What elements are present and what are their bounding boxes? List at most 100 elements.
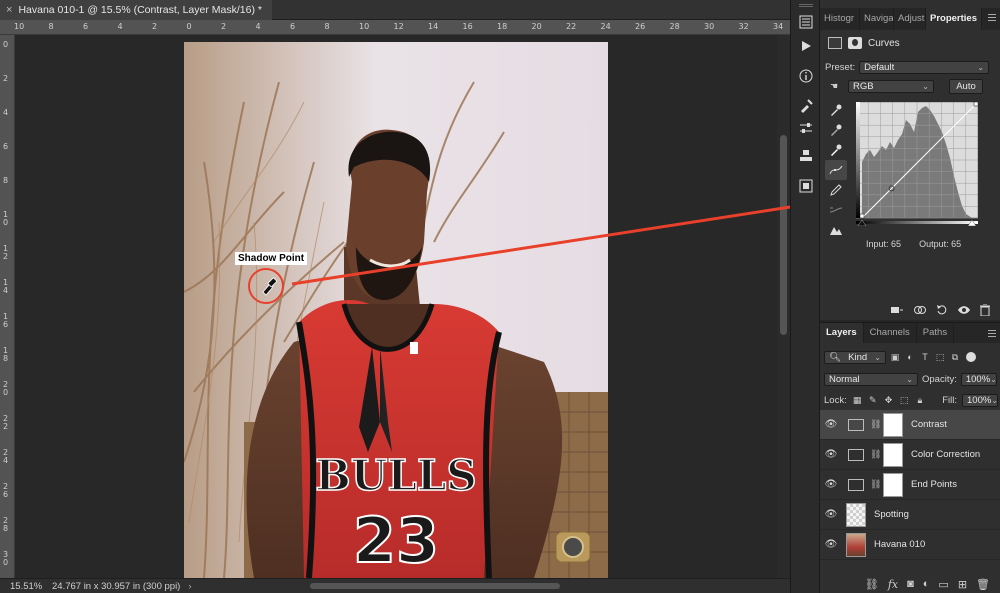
- lock-artboard-icon[interactable]: ⬚: [899, 394, 910, 406]
- vertical-scrollbar[interactable]: [777, 35, 790, 578]
- info-icon[interactable]: [796, 66, 816, 86]
- mask-link-chain-icon[interactable]: ⛓︎: [870, 479, 881, 490]
- curves-adjustment-thumbnail[interactable]: [848, 418, 864, 431]
- strip-grip[interactable]: [799, 4, 813, 7]
- filter-kind-select[interactable]: 🔍︎ Kind ⌄: [824, 350, 886, 364]
- tab-histogram[interactable]: Histogr: [820, 8, 860, 30]
- filter-toggle-icon[interactable]: [966, 352, 976, 362]
- tab-layers[interactable]: Layers: [820, 323, 864, 343]
- new-layer-icon[interactable]: ⊞: [958, 578, 967, 591]
- new-group-folder-icon[interactable]: ▭: [938, 578, 948, 591]
- channel-select[interactable]: RGB ⌄: [848, 80, 934, 93]
- layer-name[interactable]: Color Correction: [911, 449, 980, 460]
- document-tab[interactable]: × Havana 010-1 @ 15.5% (Contrast, Layer …: [0, 0, 272, 20]
- layer-style-fx-icon[interactable]: fx: [888, 578, 898, 591]
- status-menu-arrow[interactable]: ›: [188, 581, 191, 592]
- smart-object-filter-icon[interactable]: ⧉: [949, 351, 961, 363]
- gray-point-eyedropper-icon[interactable]: [825, 120, 847, 140]
- layer-row-end-points[interactable]: 👁︎ ⛓︎ End Points: [820, 470, 1000, 500]
- layers-panel-menu-icon[interactable]: [988, 330, 996, 337]
- layer-visibility-eye-icon[interactable]: 👁︎: [820, 479, 842, 490]
- layer-row-spotting[interactable]: 👁︎ Spotting: [820, 500, 1000, 530]
- layer-name[interactable]: End Points: [911, 479, 957, 490]
- layer-row-havana-010[interactable]: 👁︎ Havana 010: [820, 530, 1000, 560]
- document-image[interactable]: BULLS 23: [184, 42, 608, 578]
- smooth-curve-icon[interactable]: [825, 200, 847, 220]
- vertical-scroll-thumb[interactable]: [780, 135, 787, 335]
- delete-layer-trash-icon[interactable]: 🗑︎: [976, 578, 990, 591]
- layer-mask-thumbnail[interactable]: [883, 442, 903, 467]
- shape-filter-icon[interactable]: ⬚: [934, 351, 946, 363]
- layer-visibility-eye-icon[interactable]: 👁︎: [820, 449, 842, 460]
- layer-name[interactable]: Contrast: [911, 419, 947, 430]
- adjustment-filter-icon[interactable]: ◐: [904, 351, 916, 363]
- lock-all-icon[interactable]: 🔒︎: [915, 394, 926, 406]
- blend-mode-select[interactable]: Normal ⌄: [824, 372, 918, 386]
- tab-navigator[interactable]: Navigat: [860, 8, 894, 30]
- curve-endpoint-black[interactable]: [859, 213, 865, 219]
- layer-row-contrast[interactable]: 👁︎ ⛓︎ Contrast: [820, 410, 1000, 440]
- auto-button[interactable]: Auto: [949, 79, 983, 94]
- type-filter-icon[interactable]: T: [919, 351, 931, 363]
- transparent-layer-thumbnail[interactable]: [846, 502, 866, 527]
- horizontal-scroll-thumb[interactable]: [310, 583, 560, 589]
- visibility-eye-icon[interactable]: [957, 305, 971, 318]
- layer-name[interactable]: Spotting: [874, 509, 909, 520]
- add-mask-icon[interactable]: ◙: [907, 578, 914, 590]
- black-point-eyedropper-icon[interactable]: [825, 100, 847, 120]
- play-icon[interactable]: [796, 36, 816, 56]
- layer-visibility-eye-icon[interactable]: 👁︎: [820, 509, 842, 520]
- edit-points-curve-icon[interactable]: [825, 160, 847, 180]
- lock-position-icon[interactable]: ✥: [883, 394, 894, 406]
- pixel-filter-icon[interactable]: ▣: [889, 351, 901, 363]
- white-point-eyedropper-icon[interactable]: [825, 140, 847, 160]
- new-adjustment-layer-icon[interactable]: ◐: [923, 578, 930, 590]
- tab-channels[interactable]: Channels: [864, 323, 917, 343]
- curves-graph[interactable]: [856, 102, 978, 226]
- clipping-warning-icon[interactable]: [825, 220, 847, 240]
- zoom-level[interactable]: 15.51%: [0, 581, 50, 592]
- swatches-icon[interactable]: [796, 176, 816, 196]
- layer-row-color-correction[interactable]: 👁︎ ⛓︎ Color Correction: [820, 440, 1000, 470]
- layer-visibility-eye-icon[interactable]: 👁︎: [820, 419, 842, 430]
- output-value[interactable]: 65: [951, 239, 961, 249]
- reset-icon[interactable]: [936, 304, 948, 319]
- curves-adjustment-thumbnail[interactable]: [848, 448, 864, 461]
- close-tab-icon[interactable]: ×: [6, 4, 12, 16]
- input-value[interactable]: 65: [891, 239, 901, 249]
- horizontal-ruler[interactable]: 10 8 6 4 2 0 2 4 6 8 10 12 14 16 18 20 22 24 26 28 30 32 34: [0, 20, 790, 35]
- layer-mask-thumbnail[interactable]: [883, 472, 903, 497]
- fill-input[interactable]: 100% ⌄: [962, 393, 998, 407]
- clip-to-layer-icon[interactable]: [890, 304, 904, 319]
- delete-trash-icon[interactable]: [980, 303, 990, 319]
- curves-adjustment-icon[interactable]: [828, 37, 842, 49]
- curves-adjustment-thumbnail[interactable]: [848, 478, 864, 491]
- canvas-area[interactable]: BULLS 23: [15, 35, 777, 578]
- tab-properties[interactable]: Properties: [926, 8, 982, 30]
- layer-visibility-eye-icon[interactable]: 👁︎: [820, 539, 842, 550]
- targeted-adjustment-hand-icon[interactable]: ☚: [825, 81, 843, 93]
- brush-settings-icon[interactable]: [796, 96, 816, 116]
- preset-select[interactable]: Default ⌄: [859, 60, 990, 74]
- lock-transparent-pixels-icon[interactable]: ▦: [852, 394, 863, 406]
- ruler-tick-label: 2 2: [3, 414, 9, 431]
- adjust-sliders-icon[interactable]: [796, 118, 816, 138]
- opacity-input[interactable]: 100% ⌄: [960, 372, 997, 386]
- tab-paths[interactable]: Paths: [917, 323, 955, 343]
- vertical-ruler[interactable]: 0 2 4 6 8 1 0 1 2 1 4 1 6 1 8 2 0 2 2 2 4 2 6 2 8 3 0: [0, 35, 15, 578]
- draw-curve-pencil-icon[interactable]: [825, 180, 847, 200]
- layer-mask-icon[interactable]: [848, 37, 862, 49]
- photo-layer-thumbnail[interactable]: [846, 532, 866, 557]
- link-layers-icon[interactable]: ⛓︎: [865, 578, 879, 591]
- layer-name[interactable]: Havana 010: [874, 539, 925, 550]
- mask-link-chain-icon[interactable]: ⛓︎: [870, 419, 881, 430]
- history-icon[interactable]: [796, 12, 816, 32]
- view-previous-state-icon[interactable]: [913, 304, 927, 319]
- properties-panel-menu-icon[interactable]: [988, 14, 996, 21]
- curve-endpoint-white[interactable]: [973, 102, 978, 107]
- layer-mask-thumbnail[interactable]: [883, 412, 903, 437]
- mask-link-chain-icon[interactable]: ⛓︎: [870, 449, 881, 460]
- tab-adjustments[interactable]: Adjustm: [894, 8, 926, 30]
- lock-image-pixels-icon[interactable]: ✎: [867, 394, 878, 406]
- clone-source-icon[interactable]: [796, 146, 816, 166]
